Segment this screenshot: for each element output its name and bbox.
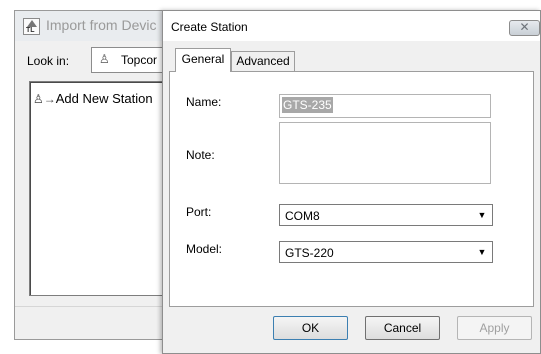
dialog-title: Create Station [171, 20, 248, 34]
note-textarea[interactable] [279, 122, 491, 184]
total-station-icon: ♙ [99, 52, 110, 66]
topcon-link-app-icon: TL [23, 18, 40, 35]
model-select[interactable]: GTS-220 ▼ [279, 241, 493, 263]
model-value: GTS-220 [285, 246, 334, 260]
cancel-button[interactable]: Cancel [365, 316, 440, 340]
divider [15, 306, 171, 307]
import-window-titlebar: TL Import from Devic [15, 11, 171, 41]
import-window-title: Import from Devic [46, 17, 157, 33]
close-icon: ✕ [519, 20, 530, 34]
tab-advanced[interactable]: Advanced [231, 51, 295, 72]
look-in-label: Look in: [27, 54, 70, 68]
list-item-label: Add New Station [55, 91, 153, 106]
model-label: Model: [186, 242, 223, 256]
port-select[interactable]: COM8 ▼ [279, 204, 493, 226]
tab-advanced-label: Advanced [236, 54, 290, 68]
add-station-icon: ♙→ [33, 92, 56, 106]
station-list[interactable]: ♙→Add New Station [29, 81, 182, 296]
tab-general[interactable]: General [175, 48, 231, 72]
name-value: GTS-235 [282, 97, 333, 113]
general-tab-panel: Name: GTS-235 Note: Port: COM8 ▼ Model: … [169, 71, 534, 307]
list-item-add-new-station[interactable]: ♙→Add New Station [33, 91, 153, 106]
apply-button[interactable]: Apply [457, 316, 532, 340]
port-value: COM8 [285, 209, 320, 223]
chevron-down-icon[interactable]: ▼ [474, 244, 490, 260]
import-from-device-window: TL Import from Devic Look in: ♙ Topcor ♙… [14, 10, 182, 340]
create-station-dialog: Create Station ✕ General Advanced Name: … [162, 10, 541, 354]
look-in-value: Topcor [121, 53, 158, 67]
tab-general-label: General [181, 52, 225, 66]
dialog-titlebar: Create Station ✕ [163, 11, 540, 41]
name-field[interactable]: GTS-235 [279, 94, 491, 118]
close-button[interactable]: ✕ [509, 20, 540, 36]
ok-button[interactable]: OK [273, 316, 348, 340]
note-label: Note: [186, 148, 215, 162]
port-label: Port: [186, 205, 212, 219]
chevron-down-icon[interactable]: ▼ [474, 207, 490, 223]
name-label: Name: [186, 95, 222, 109]
